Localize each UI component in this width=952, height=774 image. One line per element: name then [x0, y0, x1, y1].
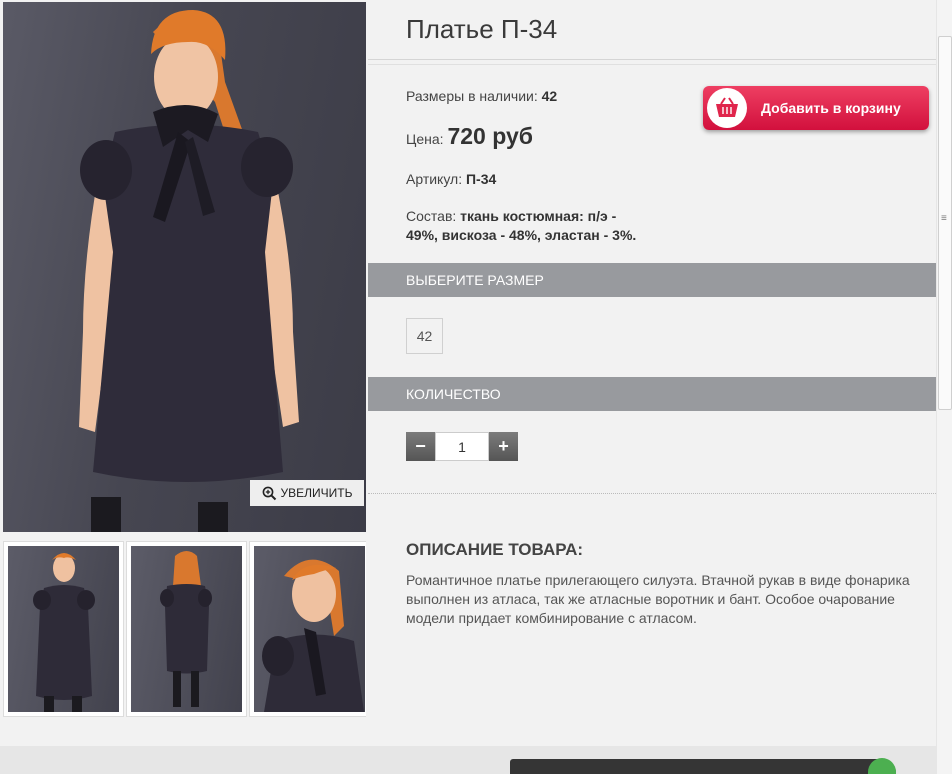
page-scrollbar[interactable]	[936, 0, 952, 774]
thumbnail-back[interactable]	[126, 541, 247, 717]
title-bar: Платье П-34	[368, 0, 936, 65]
thumbnail-closeup[interactable]	[249, 541, 366, 717]
description-text: Романтичное платье прилегающего силуэта.…	[406, 572, 910, 626]
article-label: Артикул:	[406, 171, 463, 187]
size-section-header: ВЫБЕРИТЕ РАЗМЕР	[368, 263, 936, 297]
thumbnail-back-image	[160, 551, 212, 707]
add-to-cart-button[interactable]: Добавить в корзину	[703, 86, 929, 130]
composition-value-line1: ткань костюмная: п/э -	[460, 208, 617, 224]
thumbnail-closeup-image	[262, 559, 364, 712]
composition-value-line2: 49%, вискоза - 48%, эластан - 3%.	[406, 227, 637, 243]
size-option-42[interactable]: 42	[406, 318, 443, 354]
sizes-value: 42	[541, 88, 558, 104]
zoom-button[interactable]: УВЕЛИЧИТЬ	[250, 480, 364, 506]
magnifier-plus-icon	[262, 486, 276, 500]
sizes-available: Размеры в наличии: 42	[406, 88, 557, 104]
quantity-input[interactable]	[435, 432, 489, 461]
quantity-stepper: − +	[406, 432, 518, 461]
thumbnail-front[interactable]	[3, 541, 124, 717]
product-title: Платье П-34	[406, 14, 558, 44]
composition: Состав: ткань костюмная: п/э - 49%, виск…	[406, 207, 636, 245]
composition-label: Состав:	[406, 208, 457, 224]
scrollbar-thumb[interactable]	[938, 36, 952, 410]
sizes-label: Размеры в наличии:	[406, 88, 538, 104]
quantity-increase-button[interactable]: +	[489, 432, 518, 461]
price-label: Цена:	[406, 131, 444, 147]
price-value: 720 руб	[447, 123, 533, 149]
price: Цена: 720 руб	[406, 123, 533, 150]
article-value: П-34	[465, 171, 497, 187]
divider	[368, 493, 936, 494]
zoom-label: УВЕЛИЧИТЬ	[280, 486, 353, 500]
thumbnail-front-image	[33, 553, 95, 712]
model-illustration	[79, 10, 299, 532]
basket-icon	[707, 88, 747, 128]
thumbnail-strip	[3, 541, 366, 717]
description-title: ОПИСАНИЕ ТОВАРА:	[406, 540, 584, 559]
footer-block	[510, 759, 896, 774]
add-to-cart-label: Добавить в корзину	[761, 100, 901, 116]
article: Артикул: П-34	[406, 171, 496, 187]
quantity-section-header: КОЛИЧЕСТВО	[368, 377, 936, 411]
main-product-photo[interactable]: УВЕЛИЧИТЬ	[3, 2, 366, 532]
quantity-decrease-button[interactable]: −	[406, 432, 435, 461]
